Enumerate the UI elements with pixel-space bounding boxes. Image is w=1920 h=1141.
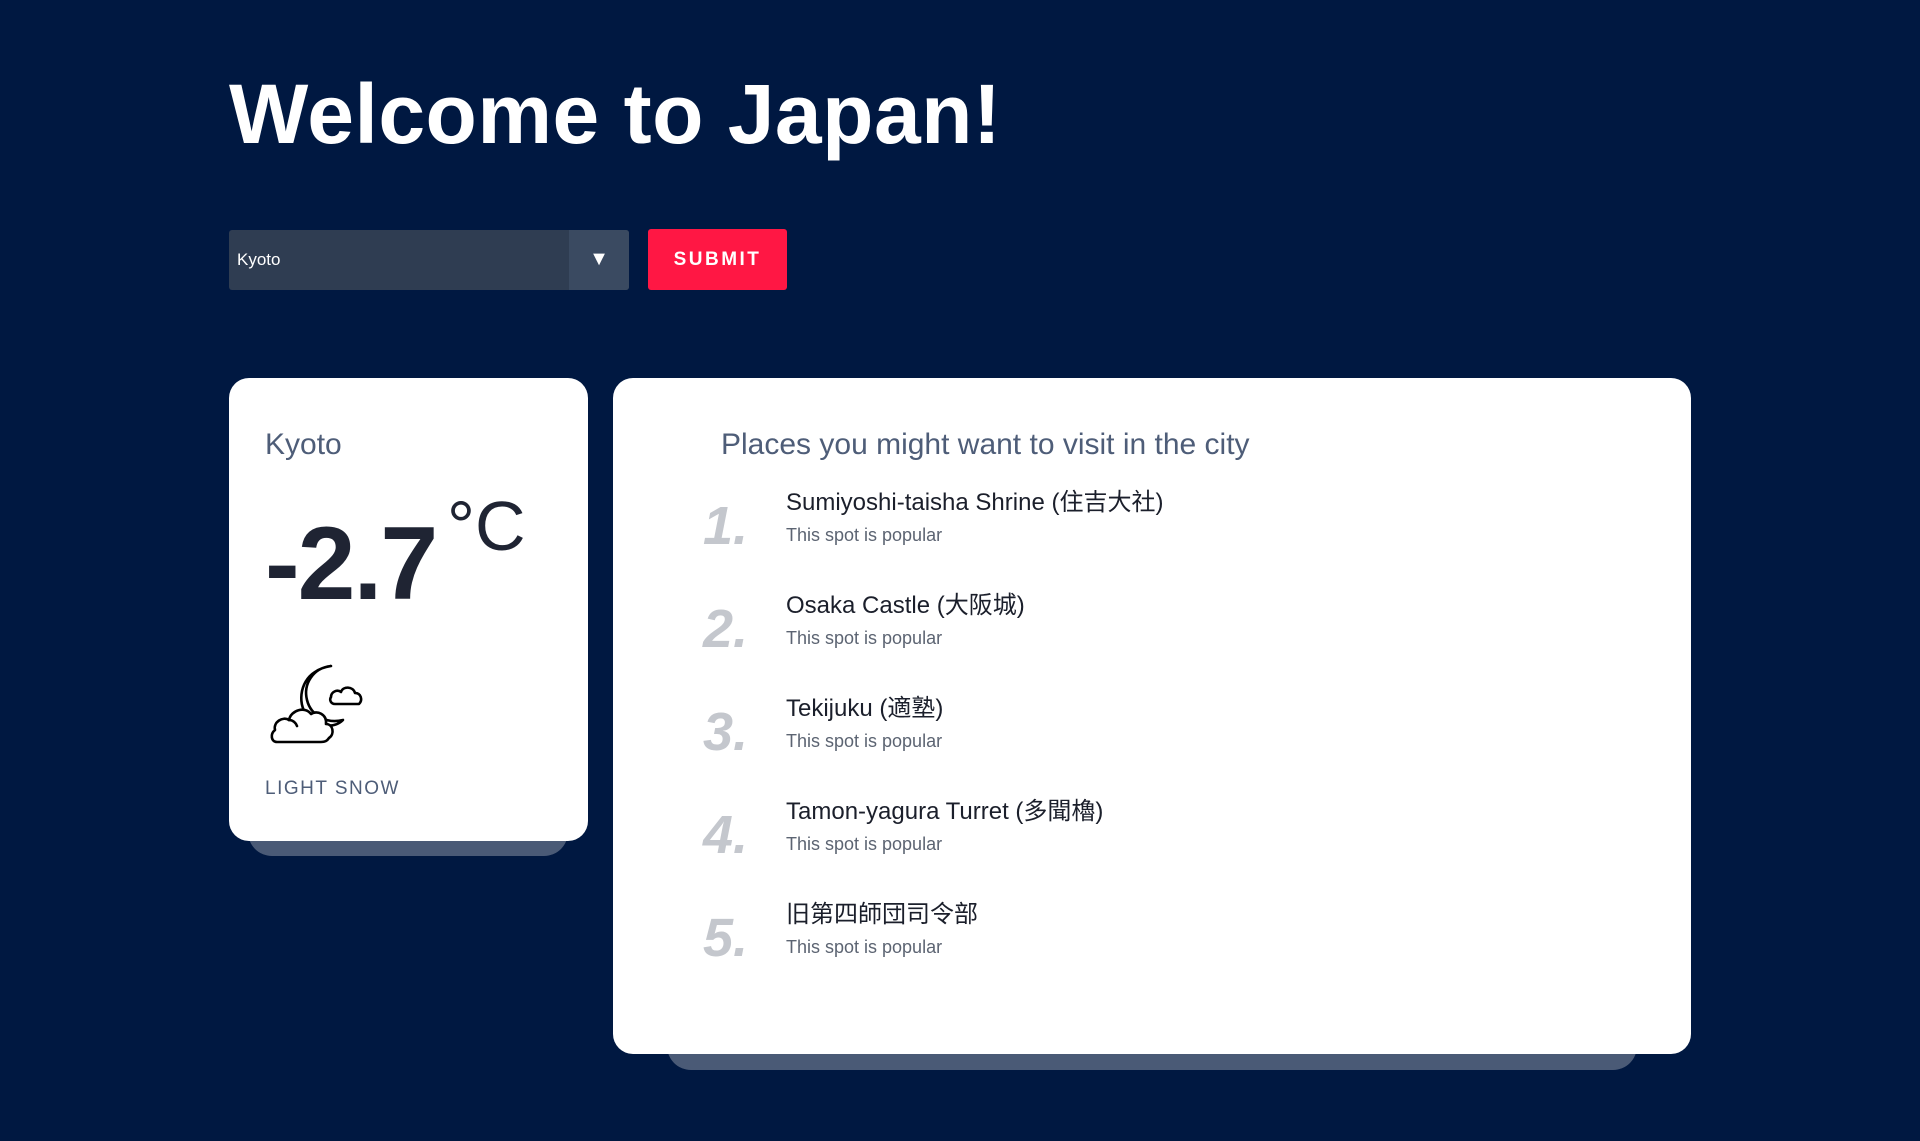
list-item: 5. 旧第四師団司令部 This spot is popular [703,898,1603,1001]
page-title: Welcome to Japan! [229,67,1002,161]
place-name: 旧第四師団司令部 [786,901,978,928]
weather-condition: LIGHT SNOW [265,778,400,799]
night-cloudy-icon [270,664,363,744]
place-name: Tamon-yagura Turret (多聞櫓) [786,798,1104,825]
place-rank: 4. [703,805,749,865]
list-item: 2. Osaka Castle (大阪城) This spot is popul… [703,589,1603,692]
place-name: Osaka Castle (大阪城) [786,592,1025,619]
submit-button[interactable]: SUBMIT [648,229,787,290]
place-name: Tekijuku (適塾) [786,695,944,722]
places-card: Places you might want to visit in the ci… [613,378,1691,1054]
weather-card: Kyoto -2.7 °C LIGHT SNOW [229,378,588,841]
place-note: This spot is popular [786,731,943,751]
weather-city: Kyoto [265,428,342,461]
place-note: This spot is popular [786,937,943,957]
city-select-value: Kyoto [237,249,281,269]
list-item: 4. Tamon-yagura Turret (多聞櫓) This spot i… [703,795,1603,898]
chevron-down-icon[interactable]: ▼ [569,229,629,290]
places-title: Places you might want to visit in the ci… [721,428,1250,461]
list-item: 3. Tekijuku (適塾) This spot is popular [703,692,1603,795]
temperature-value: -2.7 [265,506,438,622]
place-rank: 2. [703,599,749,659]
place-note: This spot is popular [786,628,943,648]
places-list: 1. Sumiyoshi-taisha Shrine (住吉大社) This s… [703,486,1603,1001]
place-note: This spot is popular [786,525,943,545]
place-rank: 1. [703,496,749,556]
city-select[interactable]: Kyoto ▼ [229,229,629,290]
list-item: 1. Sumiyoshi-taisha Shrine (住吉大社) This s… [703,486,1603,589]
search-row: Kyoto ▼ SUBMIT [229,229,787,290]
place-rank: 3. [703,702,749,762]
place-name: Sumiyoshi-taisha Shrine (住吉大社) [786,489,1164,516]
place-rank: 5. [703,908,749,968]
place-note: This spot is popular [786,834,943,854]
temperature-unit: °C [447,487,526,565]
